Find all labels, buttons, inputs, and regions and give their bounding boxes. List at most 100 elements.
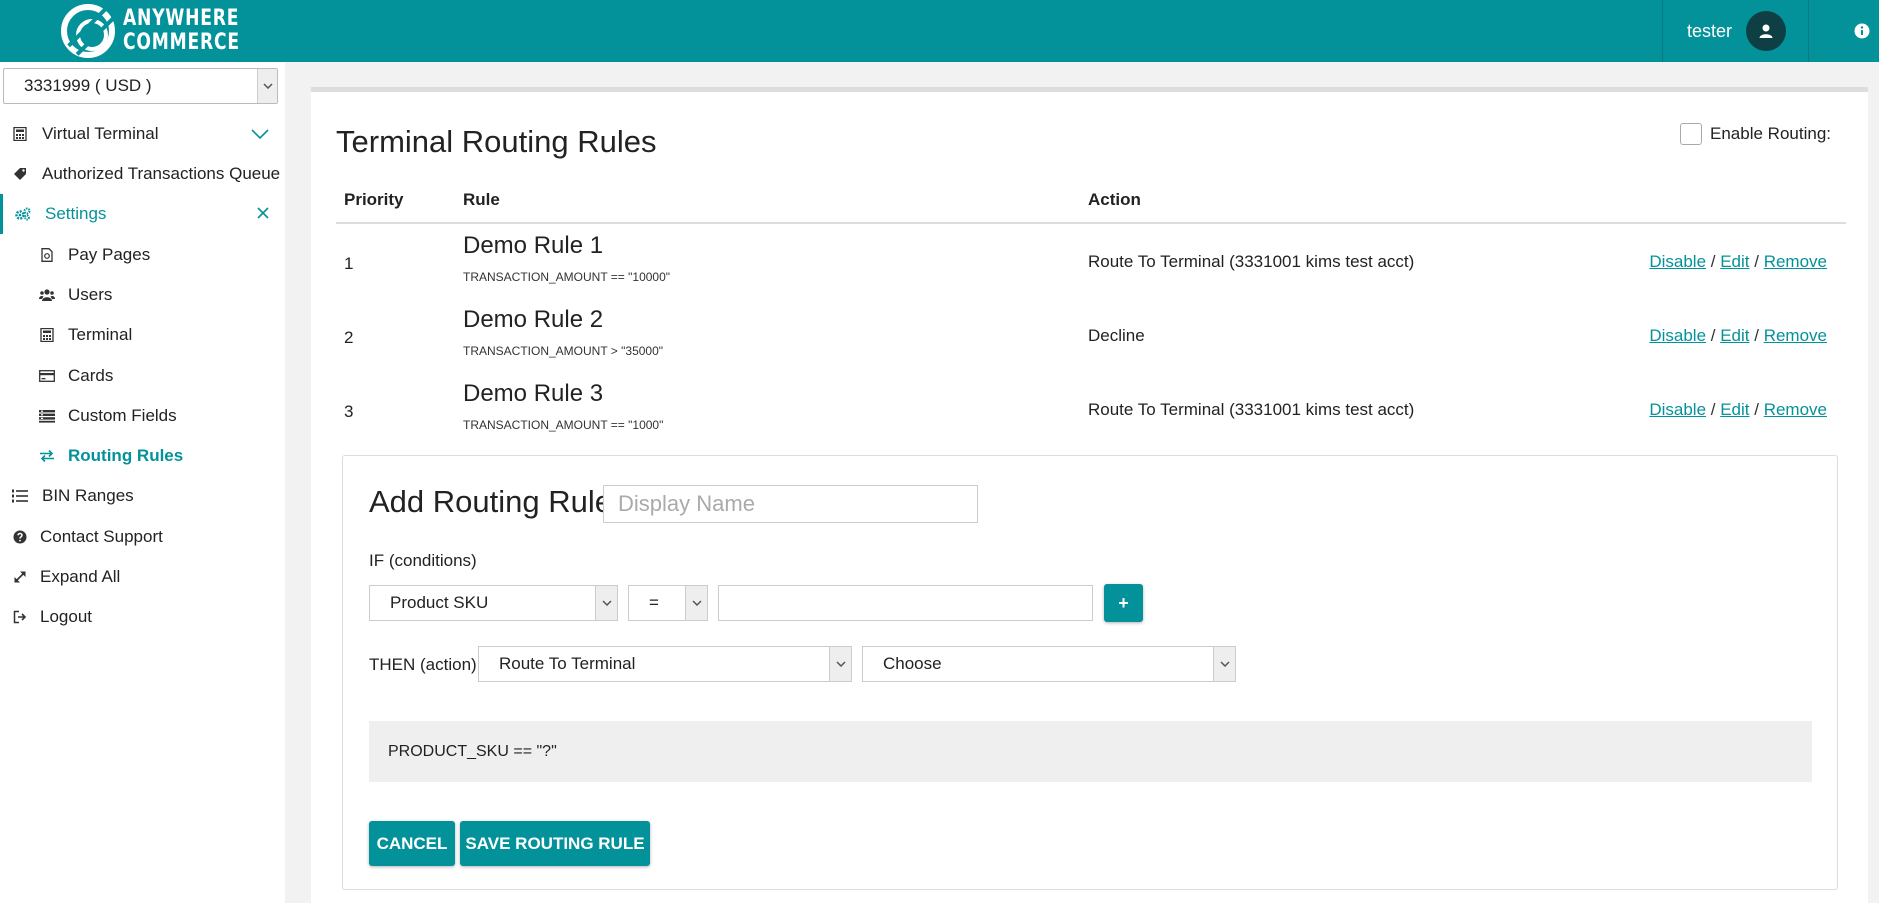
link-separator: / bbox=[1706, 326, 1721, 345]
sidebar-item-label: BIN Ranges bbox=[42, 486, 134, 505]
sidebar-item-label: Terminal bbox=[68, 325, 133, 344]
rule-action: Route To Terminal (3331001 kims test acc… bbox=[1088, 400, 1415, 419]
display-name-input[interactable] bbox=[603, 485, 978, 523]
top-header: ANYWHERE COMMERCE tester bbox=[0, 0, 1879, 62]
chevron-down-icon bbox=[595, 586, 617, 620]
remove-link[interactable]: Remove bbox=[1764, 252, 1827, 271]
action-select-value: Route To Terminal bbox=[499, 654, 636, 673]
sidebar-item-label: Users bbox=[68, 285, 113, 304]
remove-link[interactable]: Remove bbox=[1764, 400, 1827, 419]
list-ol-icon bbox=[12, 488, 28, 504]
sidebar-item-bin-ranges[interactable]: BIN Ranges bbox=[0, 476, 285, 516]
close-icon[interactable] bbox=[257, 206, 269, 224]
rule-condition: TRANSACTION_AMOUNT == "10000" bbox=[463, 270, 671, 284]
rule-actions: Disable / Edit / Remove bbox=[1649, 326, 1827, 346]
users-icon bbox=[39, 287, 55, 303]
user-menu[interactable]: tester bbox=[1661, 0, 1809, 62]
rule-name: Demo Rule 2 bbox=[463, 306, 604, 333]
sidebar: 3331999 ( USD ) Virtual Terminal Authori… bbox=[0, 62, 285, 903]
chevron-down-icon bbox=[1213, 647, 1235, 681]
sidebar-item-settings[interactable]: Settings bbox=[0, 194, 285, 234]
sidebar-item-label: Virtual Terminal bbox=[42, 124, 159, 143]
sidebar-item-pay-pages[interactable]: Pay Pages bbox=[0, 235, 285, 275]
rule-preview: PRODUCT_SKU == "?" bbox=[369, 721, 1812, 782]
page-title: Terminal Routing Rules bbox=[336, 124, 657, 159]
expand-icon bbox=[12, 569, 28, 585]
sidebar-item-label: Authorized Transactions Queue bbox=[42, 164, 281, 183]
sidebar-item-label: Custom Fields bbox=[68, 406, 177, 425]
sidebar-item-label: Expand All bbox=[40, 567, 121, 586]
rule-action: Route To Terminal (3331001 kims test acc… bbox=[1088, 252, 1415, 271]
column-header-priority: Priority bbox=[344, 190, 404, 209]
rule-priority: 2 bbox=[344, 328, 354, 347]
sidebar-item-authorized-transactions-queue[interactable]: Authorized Transactions Queue bbox=[0, 154, 285, 194]
add-routing-rule-form: Add Routing Rule IF (conditions) Product… bbox=[342, 455, 1838, 890]
add-condition-button[interactable]: + bbox=[1104, 584, 1143, 622]
rule-action: Decline bbox=[1088, 326, 1145, 345]
sidebar-item-label: Routing Rules bbox=[68, 446, 184, 465]
enable-routing-label: Enable Routing: bbox=[1710, 124, 1831, 143]
disable-link[interactable]: Disable bbox=[1649, 252, 1706, 271]
enable-routing-checkbox[interactable] bbox=[1680, 123, 1703, 145]
cancel-button[interactable]: CANCEL bbox=[369, 821, 455, 866]
gears-icon bbox=[15, 206, 31, 222]
condition-field-value: Product SKU bbox=[390, 593, 489, 612]
avatar[interactable] bbox=[1746, 11, 1786, 51]
rule-actions: Disable / Edit / Remove bbox=[1649, 252, 1827, 272]
sidebar-item-label: Settings bbox=[45, 204, 107, 223]
tag-icon bbox=[12, 166, 28, 182]
brand-logo[interactable]: ANYWHERE COMMERCE bbox=[61, 4, 273, 58]
terminal-select[interactable]: Choose bbox=[862, 646, 1236, 682]
chevron-down-icon bbox=[829, 647, 851, 681]
sidebar-item-contact-support[interactable]: Contact Support bbox=[0, 517, 285, 557]
table-row: 3 Demo Rule 3 TRANSACTION_AMOUNT == "100… bbox=[336, 372, 1846, 446]
table-row: 1 Demo Rule 1 TRANSACTION_AMOUNT == "100… bbox=[336, 224, 1846, 298]
exchange-icon bbox=[39, 448, 55, 464]
column-header-action: Action bbox=[1088, 190, 1141, 209]
terminal-select-value: Choose bbox=[883, 654, 942, 673]
condition-field-select[interactable]: Product SKU bbox=[369, 585, 618, 621]
sidebar-item-virtual-terminal[interactable]: Virtual Terminal bbox=[0, 114, 285, 154]
rule-name: Demo Rule 3 bbox=[463, 380, 604, 407]
sidebar-item-expand-all[interactable]: Expand All bbox=[0, 557, 285, 597]
sidebar-item-terminal[interactable]: Terminal bbox=[0, 315, 285, 355]
account-select[interactable]: 3331999 ( USD ) bbox=[3, 68, 278, 104]
chevron-down-icon bbox=[685, 586, 707, 620]
form-title: Add Routing Rule bbox=[369, 484, 612, 519]
enable-routing-toggle[interactable]: Enable Routing: bbox=[1680, 123, 1831, 145]
rule-condition: TRANSACTION_AMOUNT > "35000" bbox=[463, 344, 664, 358]
brand-line2: COMMERCE bbox=[123, 30, 240, 55]
sidebar-item-users[interactable]: Users bbox=[0, 275, 285, 315]
sidebar-item-routing-rules[interactable]: Routing Rules bbox=[0, 436, 285, 476]
credit-card-icon bbox=[39, 368, 55, 384]
edit-link[interactable]: Edit bbox=[1720, 400, 1749, 419]
edit-link[interactable]: Edit bbox=[1720, 326, 1749, 345]
account-select-value: 3331999 ( USD ) bbox=[24, 76, 152, 95]
disable-link[interactable]: Disable bbox=[1649, 400, 1706, 419]
sidebar-item-cards[interactable]: Cards bbox=[0, 356, 285, 396]
operator-value: = bbox=[649, 593, 659, 612]
logo-icon bbox=[61, 4, 115, 58]
sidebar-item-custom-fields[interactable]: Custom Fields bbox=[0, 396, 285, 436]
brand-name: ANYWHERE COMMERCE bbox=[123, 7, 240, 55]
calculator-icon bbox=[39, 327, 55, 343]
edit-link[interactable]: Edit bbox=[1720, 252, 1749, 271]
rule-priority: 3 bbox=[344, 402, 354, 421]
operator-select[interactable]: = bbox=[628, 585, 708, 621]
disable-link[interactable]: Disable bbox=[1649, 326, 1706, 345]
link-separator: / bbox=[1749, 252, 1764, 271]
sidebar-item-logout[interactable]: Logout bbox=[0, 597, 285, 637]
action-select[interactable]: Route To Terminal bbox=[478, 646, 852, 682]
sidebar-item-label: Logout bbox=[40, 607, 92, 626]
condition-value-input[interactable] bbox=[718, 585, 1093, 621]
column-header-rule: Rule bbox=[463, 190, 500, 209]
remove-link[interactable]: Remove bbox=[1764, 326, 1827, 345]
then-action-label: THEN (action) bbox=[369, 655, 477, 674]
chevron-down-icon[interactable] bbox=[251, 126, 269, 144]
save-routing-rule-button[interactable]: SAVE ROUTING RULE bbox=[460, 821, 650, 866]
link-separator: / bbox=[1749, 326, 1764, 345]
info-icon bbox=[1854, 23, 1870, 39]
info-button[interactable] bbox=[1851, 20, 1873, 42]
table-row: 2 Demo Rule 2 TRANSACTION_AMOUNT > "3500… bbox=[336, 298, 1846, 372]
sidebar-item-label: Pay Pages bbox=[68, 245, 151, 264]
